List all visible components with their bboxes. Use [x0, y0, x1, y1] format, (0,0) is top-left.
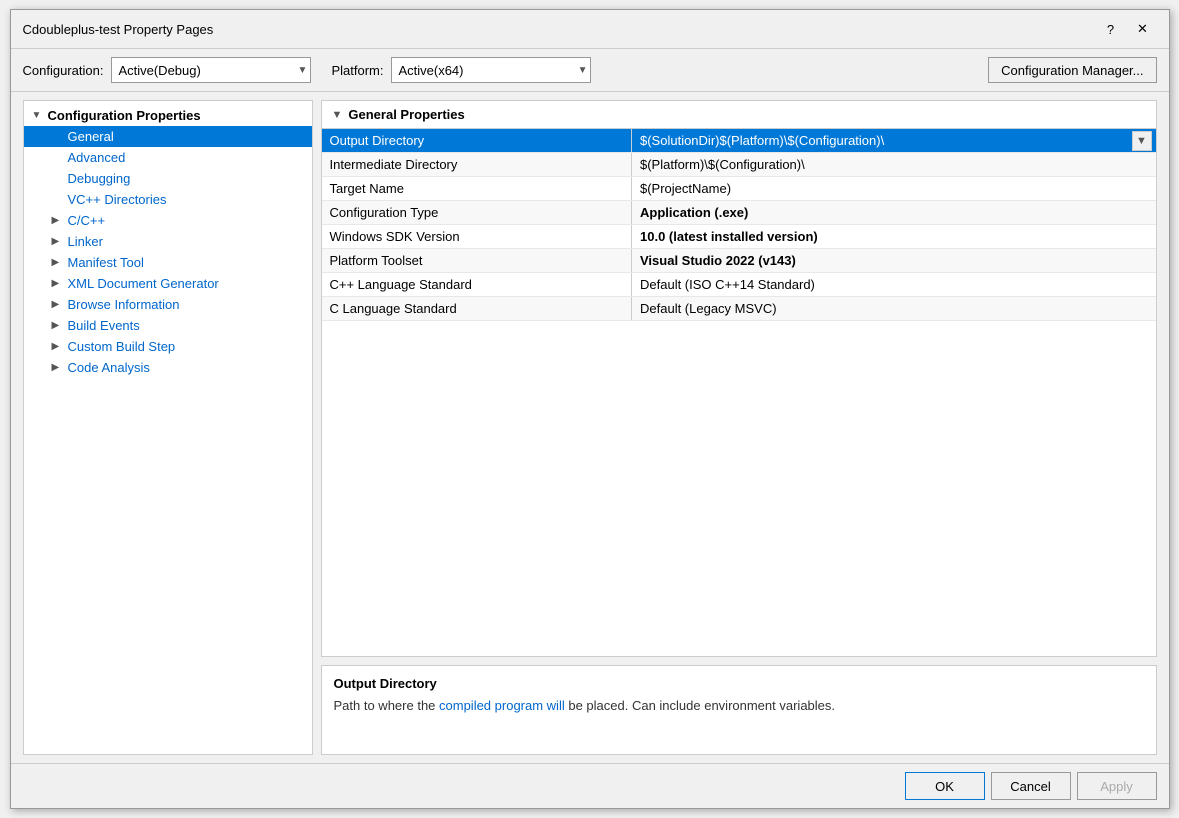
tree-item-vc++-directories[interactable]: VC++ Directories: [24, 189, 312, 210]
tree-item-build-events[interactable]: ▶ Build Events: [24, 315, 312, 336]
property-row[interactable]: Output Directory$(SolutionDir)$(Platform…: [322, 129, 1156, 153]
properties-header: ▼ General Properties: [322, 101, 1156, 129]
tree-root-item[interactable]: ▼ Configuration Properties: [24, 105, 312, 126]
platform-label: Platform:: [331, 63, 383, 78]
close-button[interactable]: ✕: [1129, 18, 1157, 40]
apply-button[interactable]: Apply: [1077, 772, 1157, 800]
property-name: Platform Toolset: [322, 249, 632, 273]
property-name: C++ Language Standard: [322, 273, 632, 297]
right-panel: ▼ General Properties Output Directory$(S…: [321, 100, 1157, 755]
tree-item-label: Build Events: [68, 318, 140, 333]
tree-item-label: XML Document Generator: [68, 276, 219, 291]
description-text-before: Path to where the: [334, 698, 440, 713]
property-value: $(SolutionDir)$(Platform)\$(Configuratio…: [632, 129, 1156, 153]
config-label: Configuration:: [23, 63, 104, 78]
tree-item-browse-information[interactable]: ▶ Browse Information: [24, 294, 312, 315]
title-bar-controls: ? ✕: [1097, 18, 1157, 40]
property-row[interactable]: Configuration TypeApplication (.exe): [322, 201, 1156, 225]
tree-item-label: VC++ Directories: [68, 192, 167, 207]
tree-item-label: Manifest Tool: [68, 255, 144, 270]
tree-item-advanced[interactable]: Advanced: [24, 147, 312, 168]
tree-collapse-icon: ▼: [32, 110, 44, 121]
tree: ▼ Configuration Properties General Advanc…: [24, 101, 312, 382]
config-manager-button[interactable]: Configuration Manager...: [988, 57, 1156, 83]
description-text-after: be placed. Can include environment varia…: [565, 698, 835, 713]
tree-item-label: Advanced: [68, 150, 126, 165]
property-pages-dialog: Cdoubleplus-test Property Pages ? ✕ Conf…: [10, 9, 1170, 809]
expand-icon: ▶: [52, 320, 64, 331]
tree-root-label: Configuration Properties: [48, 108, 201, 123]
property-name: Intermediate Directory: [322, 153, 632, 177]
properties-body: Output Directory$(SolutionDir)$(Platform…: [322, 129, 1156, 321]
tree-item-manifest-tool[interactable]: ▶ Manifest Tool: [24, 252, 312, 273]
expand-icon: ▶: [52, 257, 64, 268]
tree-item-xml-document-generator[interactable]: ▶ XML Document Generator: [24, 273, 312, 294]
cancel-button[interactable]: Cancel: [991, 772, 1071, 800]
property-name: Configuration Type: [322, 201, 632, 225]
expand-icon: ▶: [52, 362, 64, 373]
property-value: Visual Studio 2022 (v143): [632, 249, 1156, 273]
help-button[interactable]: ?: [1097, 18, 1125, 40]
property-row[interactable]: Windows SDK Version10.0 (latest installe…: [322, 225, 1156, 249]
property-value: Default (ISO C++14 Standard): [632, 273, 1156, 297]
title-bar: Cdoubleplus-test Property Pages ? ✕: [11, 10, 1169, 49]
tree-item-label: General: [68, 129, 114, 144]
expand-icon: ▶: [52, 299, 64, 310]
property-name: Target Name: [322, 177, 632, 201]
tree-item-general[interactable]: General: [24, 126, 312, 147]
property-row[interactable]: C++ Language StandardDefault (ISO C++14 …: [322, 273, 1156, 297]
left-panel: ▼ Configuration Properties General Advanc…: [23, 100, 313, 755]
tree-item-code-analysis[interactable]: ▶ Code Analysis: [24, 357, 312, 378]
description-panel: Output Directory Path to where the compi…: [321, 665, 1157, 755]
tree-item-c/c++[interactable]: ▶ C/C++: [24, 210, 312, 231]
main-area: ▼ Configuration Properties General Advanc…: [11, 92, 1169, 763]
properties-table: Output Directory$(SolutionDir)$(Platform…: [322, 129, 1156, 321]
property-value: Application (.exe): [632, 201, 1156, 225]
tree-item-label: Browse Information: [68, 297, 180, 312]
property-row[interactable]: Target Name$(ProjectName): [322, 177, 1156, 201]
section-label: General Properties: [348, 107, 464, 122]
config-select[interactable]: Active(Debug): [111, 57, 311, 83]
description-link-text: compiled program will: [439, 698, 565, 713]
tree-item-label: Custom Build Step: [68, 339, 176, 354]
expand-icon: ▶: [52, 215, 64, 226]
tree-item-label: Debugging: [68, 171, 131, 186]
platform-select-wrapper: Active(x64) ▼: [391, 57, 591, 83]
properties-scroll[interactable]: Output Directory$(SolutionDir)$(Platform…: [322, 129, 1156, 656]
property-row[interactable]: C Language StandardDefault (Legacy MSVC): [322, 297, 1156, 321]
description-text: Path to where the compiled program will …: [334, 697, 1144, 715]
tree-item-label: Code Analysis: [68, 360, 150, 375]
property-value: Default (Legacy MSVC): [632, 297, 1156, 321]
config-select-wrapper: Active(Debug) ▼: [111, 57, 311, 83]
properties-container: ▼ General Properties Output Directory$(S…: [321, 100, 1157, 657]
platform-select[interactable]: Active(x64): [391, 57, 591, 83]
property-row[interactable]: Intermediate Directory$(Platform)\$(Conf…: [322, 153, 1156, 177]
expand-icon: ▶: [52, 236, 64, 247]
property-name: Output Directory: [322, 129, 632, 153]
tree-item-label: Linker: [68, 234, 103, 249]
property-value: $(Platform)\$(Configuration)\: [632, 153, 1156, 177]
ok-button[interactable]: OK: [905, 772, 985, 800]
tree-item-linker[interactable]: ▶ Linker: [24, 231, 312, 252]
tree-item-custom-build-step[interactable]: ▶ Custom Build Step: [24, 336, 312, 357]
property-row[interactable]: Platform ToolsetVisual Studio 2022 (v143…: [322, 249, 1156, 273]
expand-icon: ▶: [52, 278, 64, 289]
tree-children: General Advanced Debugging VC++ Directories…: [24, 126, 312, 378]
dialog-title: Cdoubleplus-test Property Pages: [23, 22, 214, 37]
property-name: C Language Standard: [322, 297, 632, 321]
config-bar: Configuration: Active(Debug) ▼ Platform:…: [11, 49, 1169, 92]
property-value: $(ProjectName): [632, 177, 1156, 201]
bottom-buttons: OK Cancel Apply: [11, 763, 1169, 808]
dropdown-indicator[interactable]: ▼: [1132, 131, 1152, 151]
property-value: 10.0 (latest installed version): [632, 225, 1156, 249]
property-name: Windows SDK Version: [322, 225, 632, 249]
expand-icon: ▶: [52, 341, 64, 352]
tree-item-label: C/C++: [68, 213, 106, 228]
tree-item-debugging[interactable]: Debugging: [24, 168, 312, 189]
section-expand-icon: ▼: [332, 109, 343, 121]
description-title: Output Directory: [334, 676, 1144, 691]
